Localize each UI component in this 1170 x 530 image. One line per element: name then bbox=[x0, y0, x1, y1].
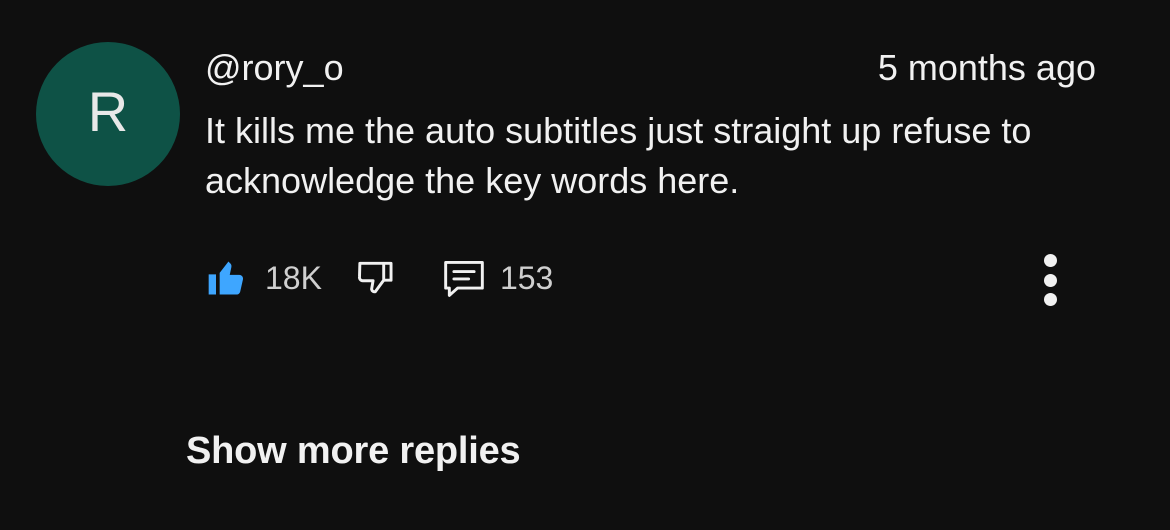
like-count: 18K bbox=[265, 259, 322, 296]
avatar[interactable]: R bbox=[36, 42, 180, 186]
show-more-replies-button[interactable]: Show more replies bbox=[186, 426, 521, 476]
reply-count: 153 bbox=[499, 259, 554, 296]
more-dot bbox=[1043, 273, 1057, 287]
comment-icon[interactable] bbox=[440, 256, 488, 300]
comment-text: It kills me the auto subtitles just stra… bbox=[205, 110, 1032, 201]
comment-actions: 18K 153 bbox=[205, 252, 553, 304]
comment-author[interactable]: @rory_o bbox=[205, 46, 344, 90]
comment-timestamp: 5 months ago bbox=[877, 47, 1096, 88]
more-dot bbox=[1043, 254, 1057, 267]
thumbs-down-icon[interactable] bbox=[354, 256, 398, 300]
more-vertical-icon[interactable] bbox=[1030, 252, 1070, 308]
more-dot bbox=[1043, 293, 1057, 306]
thumbs-up-icon[interactable] bbox=[205, 256, 249, 300]
avatar-letter: R bbox=[87, 80, 129, 143]
